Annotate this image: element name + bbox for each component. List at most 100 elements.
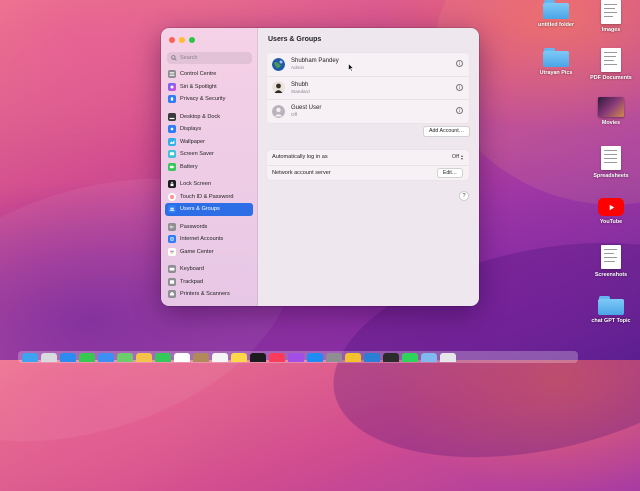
chrome-icon[interactable] <box>345 352 361 362</box>
edit-button[interactable]: Edit… <box>436 167 463 178</box>
terminal-icon[interactable] <box>383 352 399 362</box>
control-centre-icon <box>168 70 176 79</box>
podcasts-icon[interactable] <box>288 352 304 362</box>
sidebar-item-keyboard[interactable]: Keyboard <box>165 263 253 276</box>
info-button[interactable]: i <box>456 60 463 67</box>
sidebar-item-label: Internet Accounts <box>180 236 224 243</box>
spreadsheet-icon <box>601 146 621 170</box>
movie-thumbnail-icon <box>598 97 624 117</box>
sidebar-item-label: Touch ID & Password <box>180 193 234 200</box>
desktop-dock-icon <box>168 112 176 121</box>
sidebar-item-control-centre[interactable]: Control Centre <box>165 68 253 81</box>
key-icon <box>168 222 176 231</box>
auto-login-row: Automatically log in as Off ▴ ▾ <box>267 150 469 165</box>
sidebar-nav: Control Centre Siri & Spotlight Privacy … <box>165 68 253 301</box>
search-field[interactable] <box>167 52 252 64</box>
calendar-icon[interactable] <box>174 352 190 362</box>
desktop-item-label: Utrayan Pics <box>539 70 573 76</box>
minimize-button[interactable] <box>179 37 185 43</box>
battery-icon <box>168 162 176 171</box>
wallpaper-icon <box>168 137 176 146</box>
desktop-item-chat-gpt-topic[interactable]: chat GPT Topic <box>576 296 640 324</box>
sidebar-item-label: Control Centre <box>180 71 217 78</box>
reminders-icon[interactable] <box>212 352 228 362</box>
safari-icon[interactable] <box>60 352 76 362</box>
desktop-item-label: Movies <box>601 120 621 126</box>
search-input[interactable] <box>180 53 250 63</box>
sidebar-item-trackpad[interactable]: Trackpad <box>165 276 253 289</box>
sidebar-item-wallpaper[interactable]: Wallpaper <box>165 136 253 149</box>
sidebar-item-privacy-security[interactable]: Privacy & Security <box>165 93 253 106</box>
network-server-row: Network account server Edit… <box>267 164 469 181</box>
desktop-item-images[interactable]: Images <box>576 0 640 33</box>
sidebar-item-internet-accounts[interactable]: Internet Accounts <box>165 233 253 246</box>
document-icon <box>601 0 621 24</box>
finder-icon[interactable] <box>22 352 38 362</box>
sidebar-item-touch-id[interactable]: Touch ID & Password <box>165 191 253 204</box>
user-row[interactable]: Shubh Standard i <box>267 77 469 100</box>
desktop-item-label: PDF Documents <box>590 75 632 81</box>
photos-icon[interactable] <box>136 352 152 362</box>
mail-icon[interactable] <box>98 352 114 362</box>
at-icon <box>168 235 176 244</box>
vscode-icon[interactable] <box>364 352 380 362</box>
auto-login-popup[interactable]: Off ▴ ▾ <box>452 154 463 161</box>
sidebar-item-users-groups[interactable]: Users & Groups <box>165 203 253 216</box>
users-icon <box>168 205 176 214</box>
info-button[interactable]: i <box>456 107 463 114</box>
desktop-item-pdf-documents[interactable]: PDF Documents <box>576 48 640 81</box>
help-button[interactable]: ? <box>459 191 469 201</box>
close-button[interactable] <box>169 37 175 43</box>
sidebar-item-passwords[interactable]: Passwords <box>165 221 253 234</box>
sidebar-item-desktop-dock[interactable]: Desktop & Dock <box>165 111 253 124</box>
facetime-icon[interactable] <box>155 352 171 362</box>
sidebar-item-lock-screen[interactable]: Lock Screen <box>165 178 253 191</box>
sidebar-item-label: Printers & Scanners <box>180 291 230 298</box>
dock <box>18 351 578 363</box>
sidebar-item-game-center[interactable]: Game Center <box>165 246 253 259</box>
user-row[interactable]: Guest User Off i <box>267 100 469 123</box>
sidebar-item-label: Users & Groups <box>180 206 220 213</box>
main-pane: Users & Groups Shubham Pandey Admin i Sh… <box>258 28 479 306</box>
network-server-label: Network account server <box>272 169 331 176</box>
tv-icon[interactable] <box>250 352 266 362</box>
window-controls <box>169 37 195 43</box>
settings-icon[interactable] <box>326 352 342 362</box>
earth-avatar <box>272 57 285 71</box>
sidebar-item-printers-scanners[interactable]: Printers & Scanners <box>165 288 253 301</box>
sidebar-item-battery[interactable]: Battery <box>165 161 253 174</box>
folder-icon <box>598 296 624 315</box>
user-row[interactable]: Shubham Pandey Admin i <box>267 53 469 77</box>
fingerprint-icon <box>168 192 176 201</box>
launchpad-icon[interactable] <box>41 352 57 362</box>
desktop-item-label: Images <box>601 27 621 33</box>
user-role: Admin <box>291 65 305 71</box>
info-button[interactable]: i <box>456 83 463 91</box>
keyboard-icon <box>168 265 176 274</box>
add-account-button[interactable]: Add Account… <box>422 126 470 137</box>
desktop-item-movies[interactable]: Movies <box>576 97 640 126</box>
sidebar-item-label: Wallpaper <box>180 138 205 145</box>
desktop-item-screenshots[interactable]: Screenshots <box>576 245 640 278</box>
desktop-item-spreadsheets[interactable]: Spreadsheets <box>576 146 640 179</box>
sidebar-item-label: Screen Saver <box>180 151 214 158</box>
zoom-button[interactable] <box>189 37 195 43</box>
auto-login-label: Automatically log in as <box>272 154 328 161</box>
sidebar-item-screen-saver[interactable]: Screen Saver <box>165 148 253 161</box>
sidebar-item-label: Battery <box>180 163 198 170</box>
downloads-icon[interactable] <box>421 352 437 362</box>
trash-icon[interactable] <box>440 352 456 362</box>
folder-icon <box>543 48 569 67</box>
notes-icon[interactable] <box>231 352 247 362</box>
messages-icon[interactable] <box>79 352 95 362</box>
lock-icon <box>168 180 176 189</box>
maps-icon[interactable] <box>117 352 133 362</box>
app-store-icon[interactable] <box>307 352 323 362</box>
music-icon[interactable] <box>269 352 285 362</box>
desktop-item-youtube[interactable]: YouTube <box>576 198 640 225</box>
user-name: Shubham Pandey <box>291 58 339 65</box>
whatsapp-icon[interactable] <box>402 352 418 362</box>
sidebar-item-siri-spotlight[interactable]: Siri & Spotlight <box>165 81 253 94</box>
sidebar-item-displays[interactable]: Displays <box>165 123 253 136</box>
contacts-icon[interactable] <box>193 352 209 362</box>
